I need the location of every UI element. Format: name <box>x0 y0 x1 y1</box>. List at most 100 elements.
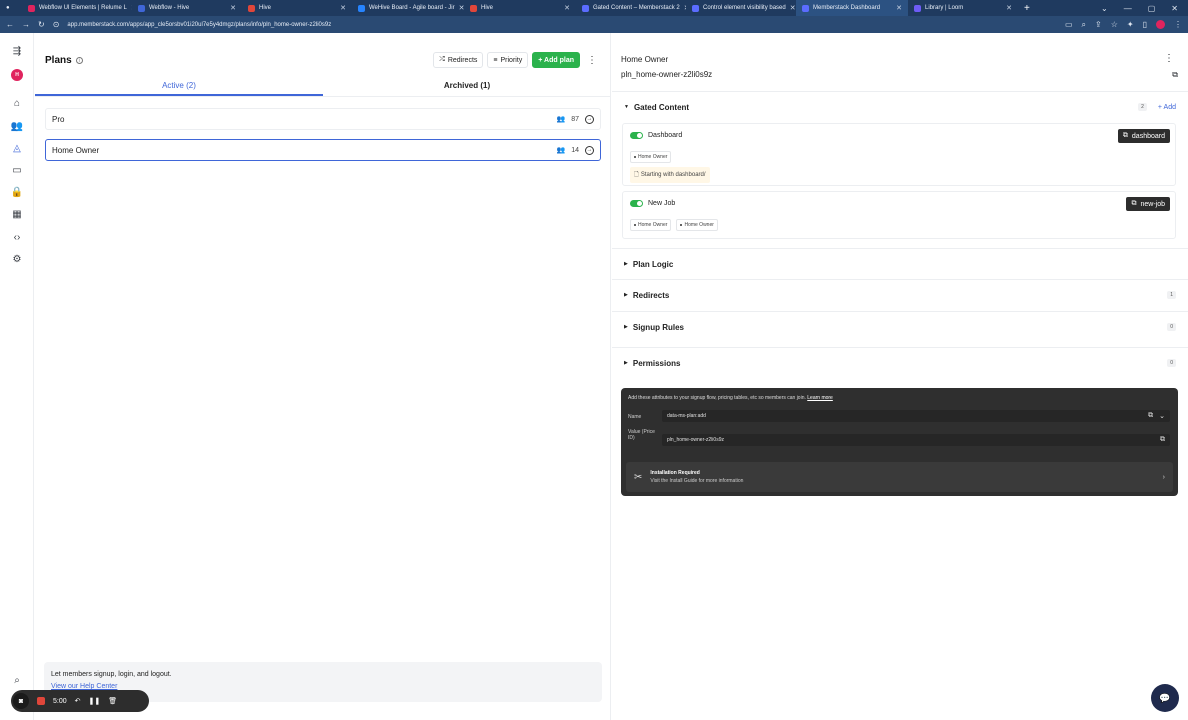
section-count: 0 <box>1167 323 1176 331</box>
browser-tab[interactable]: Library | Loom ✕ <box>908 0 1018 16</box>
plan-logic-header[interactable]: ▶ Plan Logic <box>612 249 1188 279</box>
members-icon[interactable]: 👥 <box>11 120 23 132</box>
tab-close-icon[interactable]: ✕ <box>230 4 236 12</box>
tab-archived[interactable]: Archived (1) <box>323 79 611 96</box>
field-tools: ⧉ ⌄ <box>1148 412 1165 420</box>
close-window-icon[interactable]: ✕ <box>1171 4 1178 13</box>
tab-close-icon[interactable]: ✕ <box>1006 4 1012 12</box>
slug-label: new-job <box>1140 200 1165 208</box>
chat-support-button[interactable]: 💬 <box>1151 684 1179 712</box>
tab-close-icon[interactable]: ✕ <box>340 4 346 12</box>
tab-close-icon[interactable]: ✕ <box>564 4 570 12</box>
more-options-icon[interactable]: ⋮ <box>584 55 600 66</box>
redirects-button[interactable]: ⤮ Redirects <box>433 52 484 68</box>
maximize-icon[interactable]: ▢ <box>1148 4 1156 13</box>
name-attribute-field[interactable]: data-ms-plan:add ⧉ ⌄ <box>662 410 1170 422</box>
gated-content-section: ▼ Gated Content 2 + Add <box>612 91 1188 122</box>
copy-icon[interactable]: ⧉ <box>1148 412 1153 420</box>
tab-search-icon[interactable]: ⌄ <box>1101 4 1108 13</box>
priority-button[interactable]: ≡ Priority <box>487 52 529 68</box>
open-plan-arrow-icon[interactable]: → <box>585 114 594 124</box>
browser-tab[interactable]: Hive ✕ <box>242 0 352 16</box>
tab-close-icon[interactable]: ✕ <box>896 4 902 12</box>
browser-menu-icon[interactable]: ● <box>0 0 22 16</box>
enabled-toggle[interactable] <box>630 200 643 207</box>
app-avatar[interactable]: H <box>11 69 23 81</box>
signup-rules-section: ▶ Signup Rules 0 <box>612 311 1188 342</box>
new-tab-button[interactable]: + <box>1018 3 1036 14</box>
tab-close-icon[interactable]: ✕ <box>790 4 796 12</box>
sidepanel-icon[interactable]: ▯ <box>1143 20 1147 29</box>
installation-required-banner[interactable]: ✂ Installation Required Visit the Instal… <box>626 462 1173 492</box>
copy-plan-id-icon[interactable]: ⧉ <box>1172 70 1178 80</box>
lock-icon[interactable]: 🔒 <box>11 186 23 198</box>
cast-icon[interactable]: ▭ <box>1065 20 1073 29</box>
add-gated-content-button[interactable]: + Add <box>1158 104 1176 111</box>
url-field[interactable]: app.memberstack.com/apps/app_cle5orsbv01… <box>67 22 1057 28</box>
gated-content-header[interactable]: ▼ Gated Content 2 + Add <box>612 92 1188 122</box>
site-info-icon[interactable]: ⊙ <box>53 20 60 29</box>
components-icon[interactable]: ▦ <box>11 208 23 220</box>
code-icon[interactable]: ‹› <box>11 231 23 243</box>
browser-tab[interactable]: Control element visibility based ✕ <box>686 0 796 16</box>
chevron-down-icon[interactable]: ⌄ <box>1159 412 1165 420</box>
window-controls: ⌄ — ▢ ✕ <box>1101 4 1188 13</box>
home-icon[interactable]: ⌂ <box>11 97 23 109</box>
back-icon[interactable]: ← <box>6 20 14 29</box>
priority-label: Priority <box>500 56 523 64</box>
collapse-menu-icon[interactable]: ⇶ <box>11 45 23 57</box>
learn-more-link[interactable]: Learn more <box>807 395 833 401</box>
delete-icon[interactable]: 🗑 <box>108 697 117 705</box>
help-center-link[interactable]: View our Help Center <box>51 683 595 690</box>
redirects-header[interactable]: ▶ Redirects 1 <box>612 280 1188 310</box>
browser-tab-active[interactable]: Memberstack Dashboard ✕ <box>796 0 908 16</box>
copy-slug-button[interactable]: ⧉ dashboard <box>1117 129 1170 143</box>
browser-tab[interactable]: Hive ✕ <box>464 0 576 16</box>
value-attribute-field[interactable]: pln_home-owner-z2li0s9z ⧉ <box>662 434 1170 446</box>
recording-time: 5:00 <box>53 697 67 705</box>
info-icon[interactable]: i <box>75 57 83 64</box>
share-icon[interactable]: ⇪ <box>1095 20 1102 29</box>
tab-active[interactable]: Active (2) <box>35 79 323 96</box>
restart-icon[interactable]: ↶ <box>75 697 81 705</box>
browser-tab[interactable]: Webflow UI Elements | Relume L✕ <box>22 0 132 16</box>
signup-rules-header[interactable]: ▶ Signup Rules 0 <box>612 312 1188 342</box>
chip-dot-icon <box>634 224 636 226</box>
bookmark-star-icon[interactable]: ☆ <box>1111 20 1118 29</box>
copy-icon: ⧉ <box>1131 200 1137 207</box>
minimize-icon[interactable]: — <box>1124 4 1132 13</box>
forward-icon[interactable]: → <box>22 20 30 29</box>
plan-row-home-owner[interactable]: Home Owner 👥 14 → <box>45 139 601 161</box>
caret-down-icon: ▼ <box>624 104 629 110</box>
copy-icon[interactable]: ⧉ <box>1160 436 1165 444</box>
open-plan-arrow-icon[interactable]: → <box>585 145 594 155</box>
tab-favicon <box>470 4 477 12</box>
gated-content-card: New Job Home Owner Home Owner ⧉ new-job <box>622 191 1176 239</box>
folder-icon[interactable]: ▭ <box>11 164 23 176</box>
browser-tab[interactable]: WeHive Board - Agile board - Jir ✕ <box>352 0 464 16</box>
name-attribute-value: data-ms-plan:add <box>667 413 706 419</box>
pause-icon[interactable]: ❚❚ <box>89 697 101 705</box>
add-plan-button[interactable]: + Add plan <box>532 52 580 68</box>
browser-tab[interactable]: Gated Content – Memberstack 2✕ <box>576 0 686 16</box>
stop-recording-button[interactable] <box>37 697 45 705</box>
settings-gear-icon[interactable]: ⚙ <box>11 253 23 265</box>
extensions-icon[interactable]: ✦ <box>1127 20 1134 29</box>
tab-favicon <box>138 4 145 12</box>
detail-more-options-icon[interactable]: ⋮ <box>1164 53 1174 64</box>
plan-row-pro[interactable]: Pro 👥 87 → <box>45 108 601 130</box>
browser-menu-kebab-icon[interactable]: ⋮ <box>1174 20 1182 29</box>
copy-slug-button[interactable]: ⧉ new-job <box>1126 197 1170 211</box>
plan-chips: Home Owner Home Owner <box>630 219 718 231</box>
permissions-header[interactable]: ▶ Permissions 0 <box>612 348 1188 378</box>
tab-favicon <box>692 4 699 12</box>
plans-icon[interactable]: ◬ <box>11 142 23 154</box>
enabled-toggle[interactable] <box>630 132 643 139</box>
camera-icon[interactable]: ◙ <box>13 693 29 709</box>
reload-icon[interactable]: ↻ <box>38 20 45 29</box>
attributes-description: Add these attributes to your signup flow… <box>628 395 833 401</box>
search-icon[interactable]: ⌕ <box>11 674 23 686</box>
browser-tab[interactable]: Webflow - Hive ✕ <box>132 0 242 16</box>
profile-avatar[interactable] <box>1156 20 1165 29</box>
zoom-icon[interactable]: ⌕ <box>1082 20 1086 30</box>
